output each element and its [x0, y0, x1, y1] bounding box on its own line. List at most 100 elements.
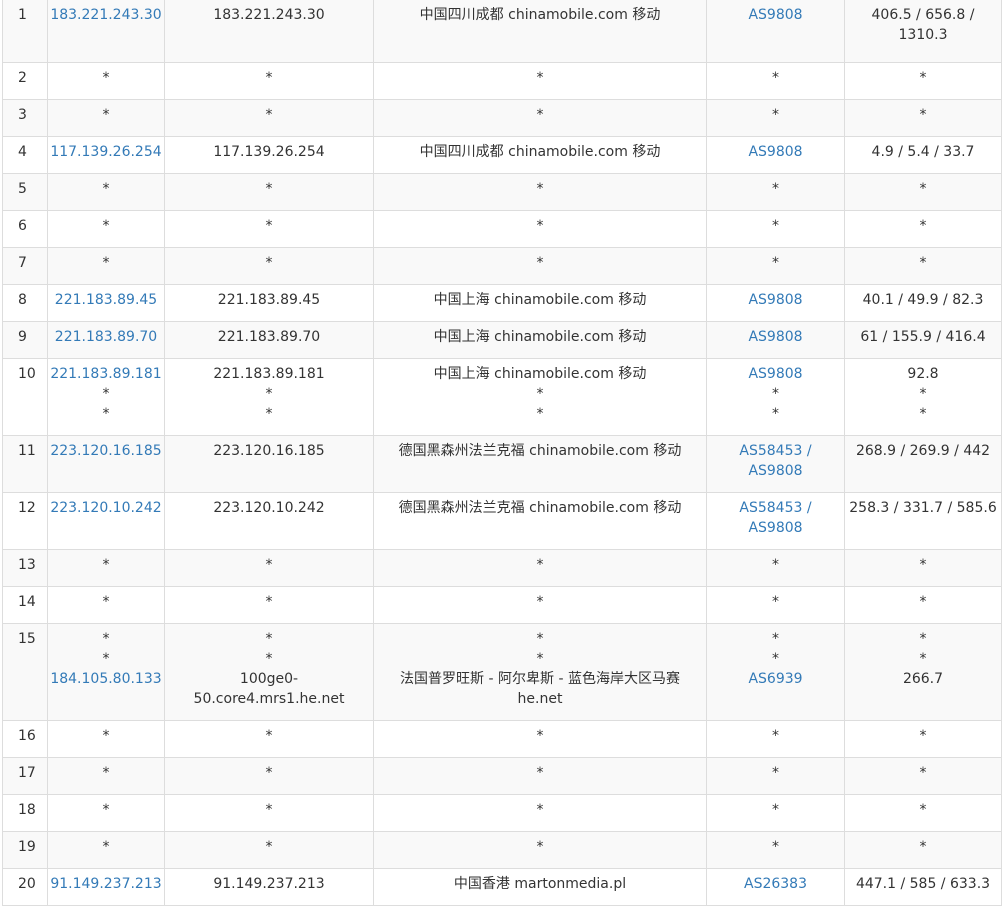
location-text: 中国上海 chinamobile.com 移动 [433, 365, 647, 382]
asn-link[interactable]: AS9808 [707, 142, 844, 162]
ip-text: * [102, 254, 110, 271]
ip-text: * [102, 838, 110, 855]
asn-cell: * [706, 209, 845, 248]
ip-link[interactable]: 223.120.10.242 [48, 498, 164, 518]
hop-number-cell: 13 [2, 548, 48, 587]
asn-link[interactable]: AS9808 [707, 461, 844, 481]
hop-number: 6 [18, 217, 27, 234]
host-text: 50.core4.mrs1.he.net [193, 690, 345, 707]
latency-cell: 92.8 * * [844, 357, 1002, 436]
location-text: * [536, 630, 544, 647]
host-cell: * [164, 756, 374, 795]
latency-text: * [919, 838, 927, 855]
hop-number: 15 [18, 630, 36, 647]
latency-text: * [919, 556, 927, 573]
ip-link[interactable]: 91.149.237.213 [48, 874, 164, 894]
host-cell: * * 100ge0- 50.core4.mrs1.he.net [164, 622, 374, 721]
ip-link[interactable]: 221.183.89.45 [48, 290, 164, 310]
table-row: 13 * * * * * [2, 548, 1002, 587]
ip-link[interactable]: 117.139.26.254 [48, 142, 164, 162]
asn-text: * [772, 180, 779, 197]
ip-link[interactable]: 183.221.243.30 [48, 5, 164, 25]
ip-link[interactable]: 223.120.16.185 [48, 441, 164, 461]
hop-number: 13 [18, 556, 36, 573]
asn-link[interactable]: AS9808 [707, 5, 844, 25]
table-row: 9 221.183.89.70 221.183.89.70 中国上海 chinamob… [2, 320, 1002, 359]
asn-link[interactable]: AS6939 [707, 669, 844, 689]
ip-cell: 117.139.26.254 [47, 135, 165, 174]
latency-cell: * * 266.7 [844, 622, 1002, 721]
latency-text: * [919, 630, 927, 647]
location-cell: 德国黑森州法兰克福 chinamobile.com 移动 [373, 434, 707, 493]
location-text: 德国黑森州法兰克福 chinamobile.com 移动 [398, 499, 682, 516]
asn-link[interactable]: AS58453 / [707, 441, 844, 461]
host-text: * [265, 630, 273, 647]
ip-cell: 221.183.89.181 * * [47, 357, 165, 436]
latency-text: * [919, 254, 927, 271]
latency-cell: * [844, 756, 1002, 795]
hop-number-cell: 3 [2, 98, 48, 137]
location-text: * [536, 405, 544, 422]
asn-text: * [772, 801, 779, 818]
table-row: 18 * * * * * [2, 793, 1002, 832]
location-text: 中国四川成都 chinamobile.com 移动 [419, 7, 661, 23]
location-text: * [536, 385, 544, 402]
table-row: 5 * * * * * [2, 172, 1002, 211]
ip-link[interactable]: 184.105.80.133 [48, 669, 164, 689]
location-text: * [536, 556, 544, 573]
hop-number: 9 [18, 328, 27, 345]
latency-cell: 61 / 155.9 / 416.4 [844, 320, 1002, 359]
ip-cell: * [47, 548, 165, 587]
asn-cell: * [706, 756, 845, 795]
ip-link[interactable]: 221.183.89.181 [48, 364, 164, 384]
ip-cell: * [47, 246, 165, 285]
latency-text: * [919, 593, 927, 610]
host-text: * [265, 838, 273, 855]
asn-cell: * [706, 719, 845, 758]
location-cell: * [373, 719, 707, 758]
asn-cell: * [706, 98, 845, 137]
asn-link[interactable]: AS9808 [707, 327, 844, 347]
asn-cell: AS26383 [706, 867, 845, 906]
host-text: 100ge0- [239, 670, 299, 687]
host-cell: * [164, 793, 374, 832]
table-row: 17 * * * * * [2, 756, 1002, 795]
hop-number: 18 [18, 801, 36, 818]
asn-link[interactable]: AS26383 [707, 874, 844, 894]
host-text: 221.183.89.70 [217, 328, 321, 345]
host-cell: 221.183.89.181 * * [164, 357, 374, 436]
latency-cell: * [844, 548, 1002, 587]
asn-cell: AS9808 [706, 135, 845, 174]
host-text: * [265, 650, 273, 667]
host-text: 91.149.237.213 [213, 875, 325, 892]
latency-cell: * [844, 585, 1002, 624]
latency-text: * [919, 106, 927, 123]
ip-cell: 91.149.237.213 [47, 867, 165, 906]
asn-cell: * [706, 585, 845, 624]
ip-cell: 221.183.89.45 [47, 283, 165, 322]
asn-cell: AS9808 * * [706, 357, 845, 436]
location-text: * [536, 764, 544, 781]
latency-text: * [919, 764, 927, 781]
latency-text: * [919, 385, 927, 402]
asn-text: * [772, 727, 779, 744]
latency-text: * [919, 650, 927, 667]
location-text: * [536, 593, 544, 610]
asn-link[interactable]: AS9808 [707, 290, 844, 310]
asn-link[interactable]: AS9808 [707, 518, 844, 538]
asn-text: * [772, 650, 779, 667]
hop-number: 10 [18, 365, 36, 382]
latency-cell: 447.1 / 585 / 633.3 [844, 867, 1002, 906]
table-row: 11 223.120.16.185 223.120.16.185 德国黑森州法兰克福 … [2, 434, 1002, 493]
latency-cell: 40.1 / 49.9 / 82.3 [844, 283, 1002, 322]
location-cell: * [373, 548, 707, 587]
latency-cell: * [844, 61, 1002, 100]
ip-link[interactable]: 221.183.89.70 [48, 327, 164, 347]
hop-number: 2 [18, 69, 27, 86]
asn-link[interactable]: AS58453 / [707, 498, 844, 518]
asn-link[interactable]: AS9808 [707, 364, 844, 384]
hop-number: 3 [18, 106, 27, 123]
ip-text: * [102, 630, 110, 647]
host-text: 223.120.10.242 [213, 499, 325, 516]
latency-cell: * [844, 719, 1002, 758]
